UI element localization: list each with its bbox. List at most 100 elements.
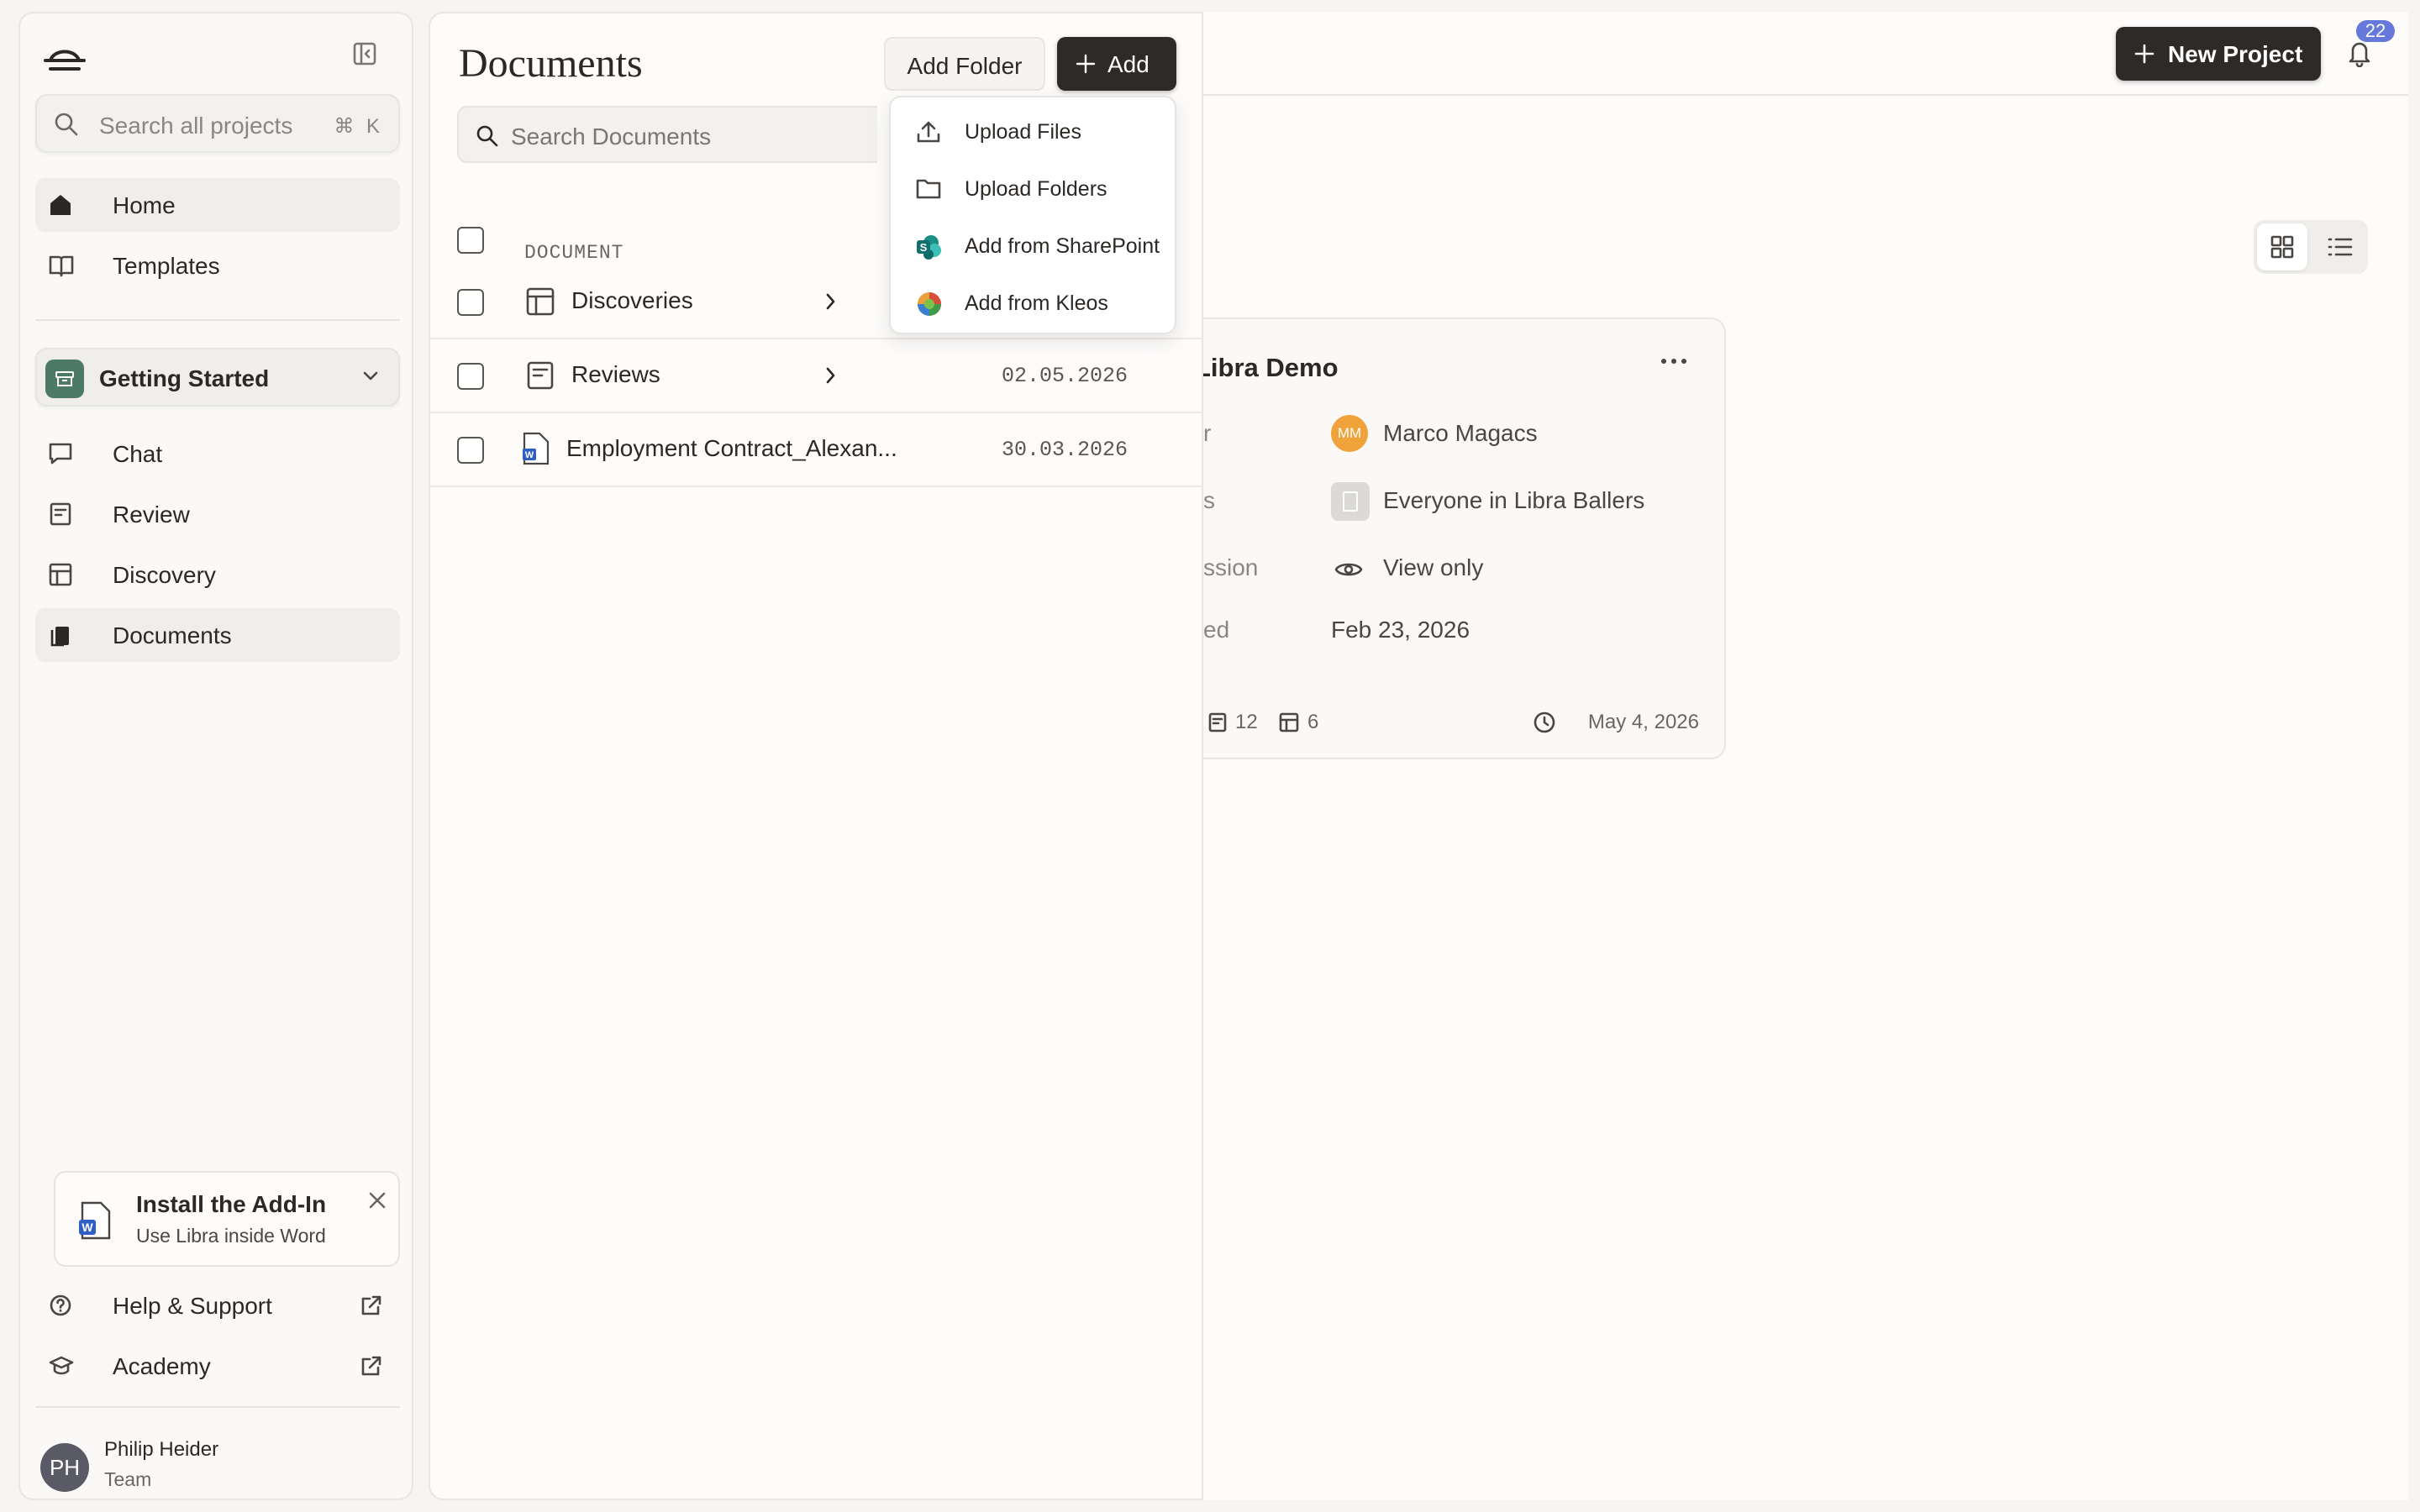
clock-icon <box>1534 711 1555 733</box>
sidebar-item-label: Academy <box>113 1353 211 1379</box>
add-folder-button[interactable]: Add Folder <box>884 37 1045 91</box>
sidebar-divider <box>35 1406 400 1408</box>
card-table-count: 6 <box>1307 711 1319 733</box>
academy-link[interactable]: Academy <box>35 1339 400 1393</box>
card-key-access: s <box>1203 487 1215 513</box>
menu-item-add-from-sharepoint[interactable]: S Add from SharePoint <box>897 220 1171 270</box>
home-icon <box>50 195 71 215</box>
column-header-document: DOCUMENT <box>524 242 624 264</box>
document-name: Employment Contract_Alexan... <box>566 435 897 461</box>
sidebar-item-label: Documents <box>113 622 232 648</box>
table-icon <box>49 563 72 586</box>
svg-text:W: W <box>525 450 534 460</box>
new-project-label: New Project <box>2168 41 2303 67</box>
row-checkbox[interactable] <box>457 437 484 464</box>
menu-item-label: Upload Folders <box>965 177 1107 201</box>
document-name: Reviews <box>571 361 660 387</box>
upload-icon <box>917 121 940 143</box>
row-checkbox[interactable] <box>457 289 484 316</box>
view-toggle <box>2254 220 2368 274</box>
sidebar-item-review[interactable]: Review <box>35 487 400 541</box>
sidebar-item-label: Discovery <box>113 562 216 588</box>
chevron-right-icon <box>826 367 835 384</box>
graduation-cap-icon <box>49 1356 74 1375</box>
book-icon <box>49 255 74 277</box>
menu-item-add-from-kleos[interactable]: Add from Kleos <box>897 277 1171 328</box>
document-date: 30.03.2026 <box>1002 438 1128 462</box>
project-card-title: Libra Demo <box>1195 353 1339 382</box>
review-icon <box>50 502 71 526</box>
card-owner-value: Marco Magacs <box>1383 420 1538 446</box>
sidebar-item-chat[interactable]: Chat <box>35 427 400 480</box>
project-badge <box>45 360 84 398</box>
libra-logo-icon[interactable] <box>44 37 86 71</box>
search-all-projects[interactable]: Search all projects ⌘ K <box>35 94 400 153</box>
menu-item-upload-folders[interactable]: Upload Folders <box>897 163 1171 213</box>
sidebar-divider <box>35 319 400 321</box>
user-name: Philip Heider <box>104 1438 219 1461</box>
chat-icon <box>49 443 72 465</box>
project-selector[interactable]: Getting Started <box>35 348 400 407</box>
word-file-icon: W <box>79 1201 111 1240</box>
search-placeholder: Search all projects <box>99 113 293 139</box>
sharepoint-icon: S <box>917 235 941 260</box>
owner-avatar: MM <box>1331 415 1368 452</box>
help-icon <box>50 1294 71 1316</box>
grid-icon <box>2270 235 2294 259</box>
sidebar-item-documents[interactable]: Documents <box>35 608 400 662</box>
collapse-sidebar-icon[interactable] <box>353 42 376 66</box>
archive-icon <box>55 371 74 386</box>
card-key-permission: ssion <box>1203 554 1259 580</box>
review-icon <box>1208 712 1227 732</box>
table-icon <box>1279 712 1299 732</box>
row-checkbox[interactable] <box>457 363 484 390</box>
sidebar-item-discovery[interactable]: Discovery <box>35 548 400 601</box>
svg-text:W: W <box>82 1221 93 1234</box>
card-key-owner: r <box>1203 420 1212 446</box>
review-icon <box>527 361 554 390</box>
table-row[interactable]: Reviews 02.05.2026 <box>430 339 1202 413</box>
add-label: Add <box>1107 51 1150 77</box>
folder-icon <box>916 179 941 199</box>
sidebar-item-templates[interactable]: Templates <box>35 239 400 292</box>
plus-icon <box>2134 44 2154 64</box>
chevron-down-icon <box>363 371 378 381</box>
user-avatar[interactable]: PH <box>40 1443 89 1492</box>
table-row[interactable]: W Employment Contract_Alexan... 30.03.20… <box>430 413 1202 487</box>
menu-item-label: Upload Files <box>965 120 1081 144</box>
card-key-created: ed <box>1203 617 1230 643</box>
sidebar-item-label: Help & Support <box>113 1293 272 1319</box>
menu-item-label: Add from Kleos <box>965 291 1108 315</box>
project-name: Getting Started <box>99 365 270 391</box>
external-link-icon <box>361 1295 381 1315</box>
sidebar-item-label: Chat <box>113 441 163 467</box>
add-folder-label: Add Folder <box>907 53 1023 79</box>
addin-title: Install the Add-In <box>136 1191 327 1217</box>
chevron-right-icon <box>826 293 835 310</box>
sidebar-item-label: Review <box>113 501 190 528</box>
search-documents-input[interactable]: Search Documents <box>457 106 877 163</box>
new-project-button[interactable]: New Project <box>2116 27 2321 81</box>
add-button[interactable]: Add <box>1057 37 1176 91</box>
add-menu: Upload Files Upload Folders S Add from S… <box>889 96 1176 334</box>
help-support-link[interactable]: Help & Support <box>35 1278 400 1332</box>
card-updated-date: May 4, 2026 <box>1587 711 1699 733</box>
search-placeholder: Search Documents <box>511 123 712 150</box>
menu-item-upload-files[interactable]: Upload Files <box>897 106 1171 156</box>
word-file-icon: W <box>523 432 550 465</box>
sidebar-item-home[interactable]: Home <box>35 178 400 232</box>
sidebar-item-label: Templates <box>113 253 220 279</box>
notifications-button[interactable] <box>2346 39 2373 67</box>
addin-promo[interactable]: W Install the Add-In Use Libra inside Wo… <box>54 1171 400 1267</box>
organization-icon <box>1331 482 1370 521</box>
more-options-icon[interactable] <box>1660 358 1687 365</box>
document-date: 02.05.2026 <box>1002 364 1128 388</box>
page-title: Documents <box>459 41 643 86</box>
select-all-checkbox[interactable] <box>457 227 484 254</box>
svg-text:S: S <box>920 241 928 254</box>
menu-item-label: Add from SharePoint <box>965 234 1160 258</box>
close-icon[interactable] <box>368 1191 387 1210</box>
plus-icon <box>1076 54 1096 74</box>
user-role: Team <box>104 1468 152 1490</box>
list-view-icon[interactable] <box>2328 235 2353 259</box>
